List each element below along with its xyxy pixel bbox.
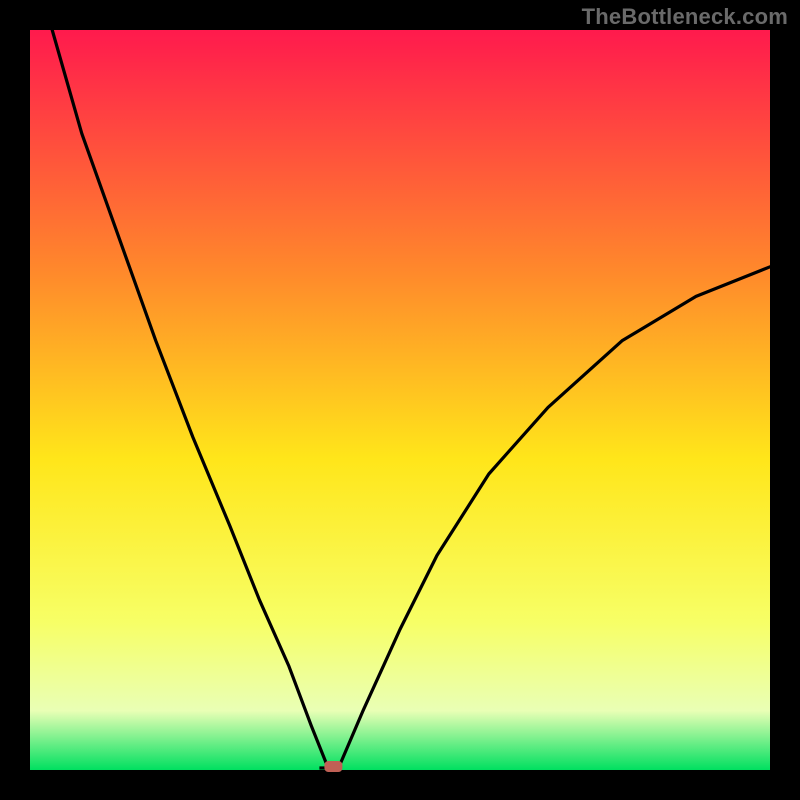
optimum-marker xyxy=(324,761,342,772)
chart-frame: TheBottleneck.com xyxy=(0,0,800,800)
plot-background xyxy=(30,30,770,770)
bottleneck-chart xyxy=(0,0,800,800)
watermark-text: TheBottleneck.com xyxy=(582,4,788,30)
